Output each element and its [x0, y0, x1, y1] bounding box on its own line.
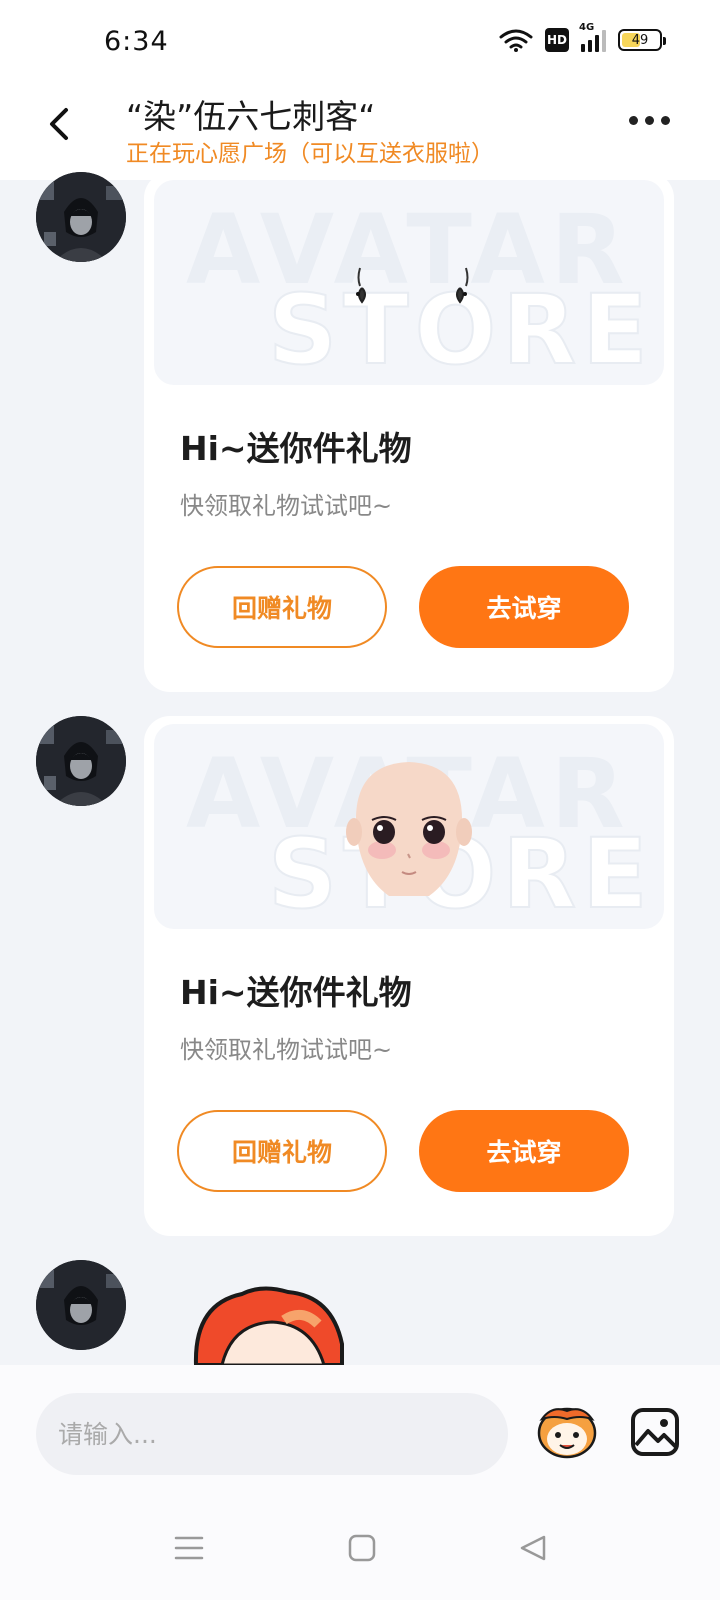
avatar[interactable] [36, 172, 126, 262]
gift-card: AVATAR STORE Hi~送你件礼物 快领取礼物试试吧~ 回赠礼物 去试穿 [144, 172, 674, 692]
message-input[interactable] [36, 1393, 508, 1475]
composer-bar [0, 1365, 720, 1498]
sticker-image[interactable] [192, 1284, 352, 1365]
return-gift-button[interactable]: 回赠礼物 [177, 566, 387, 648]
gift-preview-image[interactable]: AVATAR STORE [154, 724, 664, 929]
chat-subtitle: 正在玩心愿广场（可以互送衣服啦） [126, 141, 494, 167]
try-on-button[interactable]: 去试穿 [419, 566, 629, 648]
gift-card: AVATAR STORE Hi~送你件礼物 快领取礼物试试吧~ 回赠礼物 去试穿 [144, 716, 674, 1236]
emoji-mascot-icon[interactable] [534, 1403, 600, 1463]
gift-title: Hi~送你件礼物 [180, 429, 412, 468]
nav-menu-icon[interactable] [174, 1534, 204, 1562]
gift-preview-image[interactable]: AVATAR STORE [154, 180, 664, 385]
image-icon[interactable] [630, 1407, 680, 1457]
chat-header: “染”伍六七刺客“ 正在玩心愿广场（可以互送衣服啦） [0, 88, 720, 180]
earring-item-icon [356, 267, 469, 304]
nav-back-icon[interactable] [518, 1533, 548, 1563]
try-on-button[interactable]: 去试穿 [419, 1110, 629, 1192]
chat-title: “染”伍六七刺客“ [126, 97, 376, 136]
nav-home-icon[interactable] [348, 1534, 376, 1562]
return-gift-button[interactable]: 回赠礼物 [177, 1110, 387, 1192]
avatar[interactable] [36, 716, 126, 806]
status-bar: 6:34 HD 4G 49 [0, 0, 720, 88]
hd-badge: HD [545, 28, 569, 52]
battery-icon: 49 [618, 29, 666, 51]
back-icon[interactable] [40, 104, 80, 144]
network-label: 4G [579, 22, 595, 33]
gift-description: 快领取礼物试试吧~ [180, 492, 393, 520]
status-time: 6:34 [104, 26, 169, 57]
gift-title: Hi~送你件礼物 [180, 973, 412, 1012]
signal-icon: 4G [579, 22, 606, 52]
gift-description: 快领取礼物试试吧~ [180, 1036, 393, 1064]
more-icon[interactable] [629, 116, 670, 125]
face-item-icon [346, 762, 472, 896]
wifi-icon [499, 29, 533, 52]
system-nav-bar [0, 1498, 720, 1600]
status-icons: HD 4G 49 [499, 22, 666, 52]
avatar[interactable] [36, 1260, 126, 1350]
battery-level: 49 [631, 32, 649, 48]
